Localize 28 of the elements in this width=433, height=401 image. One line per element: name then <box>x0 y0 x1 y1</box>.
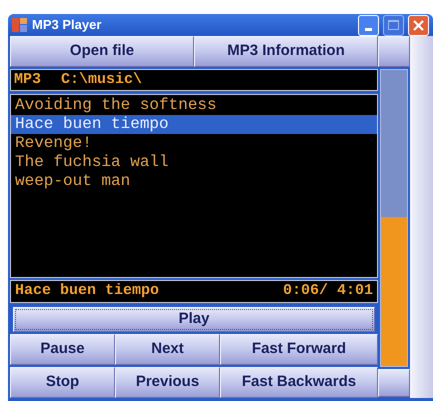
track-title: Hace buen tiempo <box>15 281 160 302</box>
play-button[interactable]: Play <box>13 307 375 332</box>
control-button[interactable]: Previous <box>115 367 220 398</box>
control-button[interactable]: Pause <box>10 334 115 365</box>
maximize-icon <box>388 20 399 30</box>
playlist-item[interactable]: Revenge! <box>11 134 377 153</box>
playlist-item[interactable]: weep-out man <box>11 172 377 191</box>
folder-path: C:\music\ <box>61 70 142 90</box>
control-button[interactable]: Fast Forward <box>220 334 378 365</box>
close-button[interactable] <box>408 14 429 36</box>
toolbar-button[interactable]: Open file <box>10 36 194 67</box>
maximize-button[interactable] <box>383 14 404 36</box>
format-label: MP3 <box>14 70 42 90</box>
playlist-item[interactable]: Hace buen tiempo <box>11 115 377 134</box>
minimize-icon <box>365 28 372 30</box>
control-button[interactable]: Fast Backwards <box>220 367 378 398</box>
minimize-button[interactable] <box>358 14 379 36</box>
window-title: MP3 Player <box>32 16 102 34</box>
toolbar-button[interactable]: MP3 Information <box>194 36 378 67</box>
playlist-item[interactable]: The fuchsia wall <box>11 153 377 172</box>
track-time: 0:06/ 4:01 <box>282 281 373 302</box>
app-icon <box>12 17 28 33</box>
playlist-item[interactable]: Avoiding the softness <box>11 96 377 115</box>
control-button[interactable]: Stop <box>10 367 115 398</box>
close-icon <box>413 20 424 30</box>
corner-button[interactable] <box>378 369 410 397</box>
corner-button[interactable] <box>378 36 410 67</box>
control-button[interactable]: Next <box>115 334 220 365</box>
